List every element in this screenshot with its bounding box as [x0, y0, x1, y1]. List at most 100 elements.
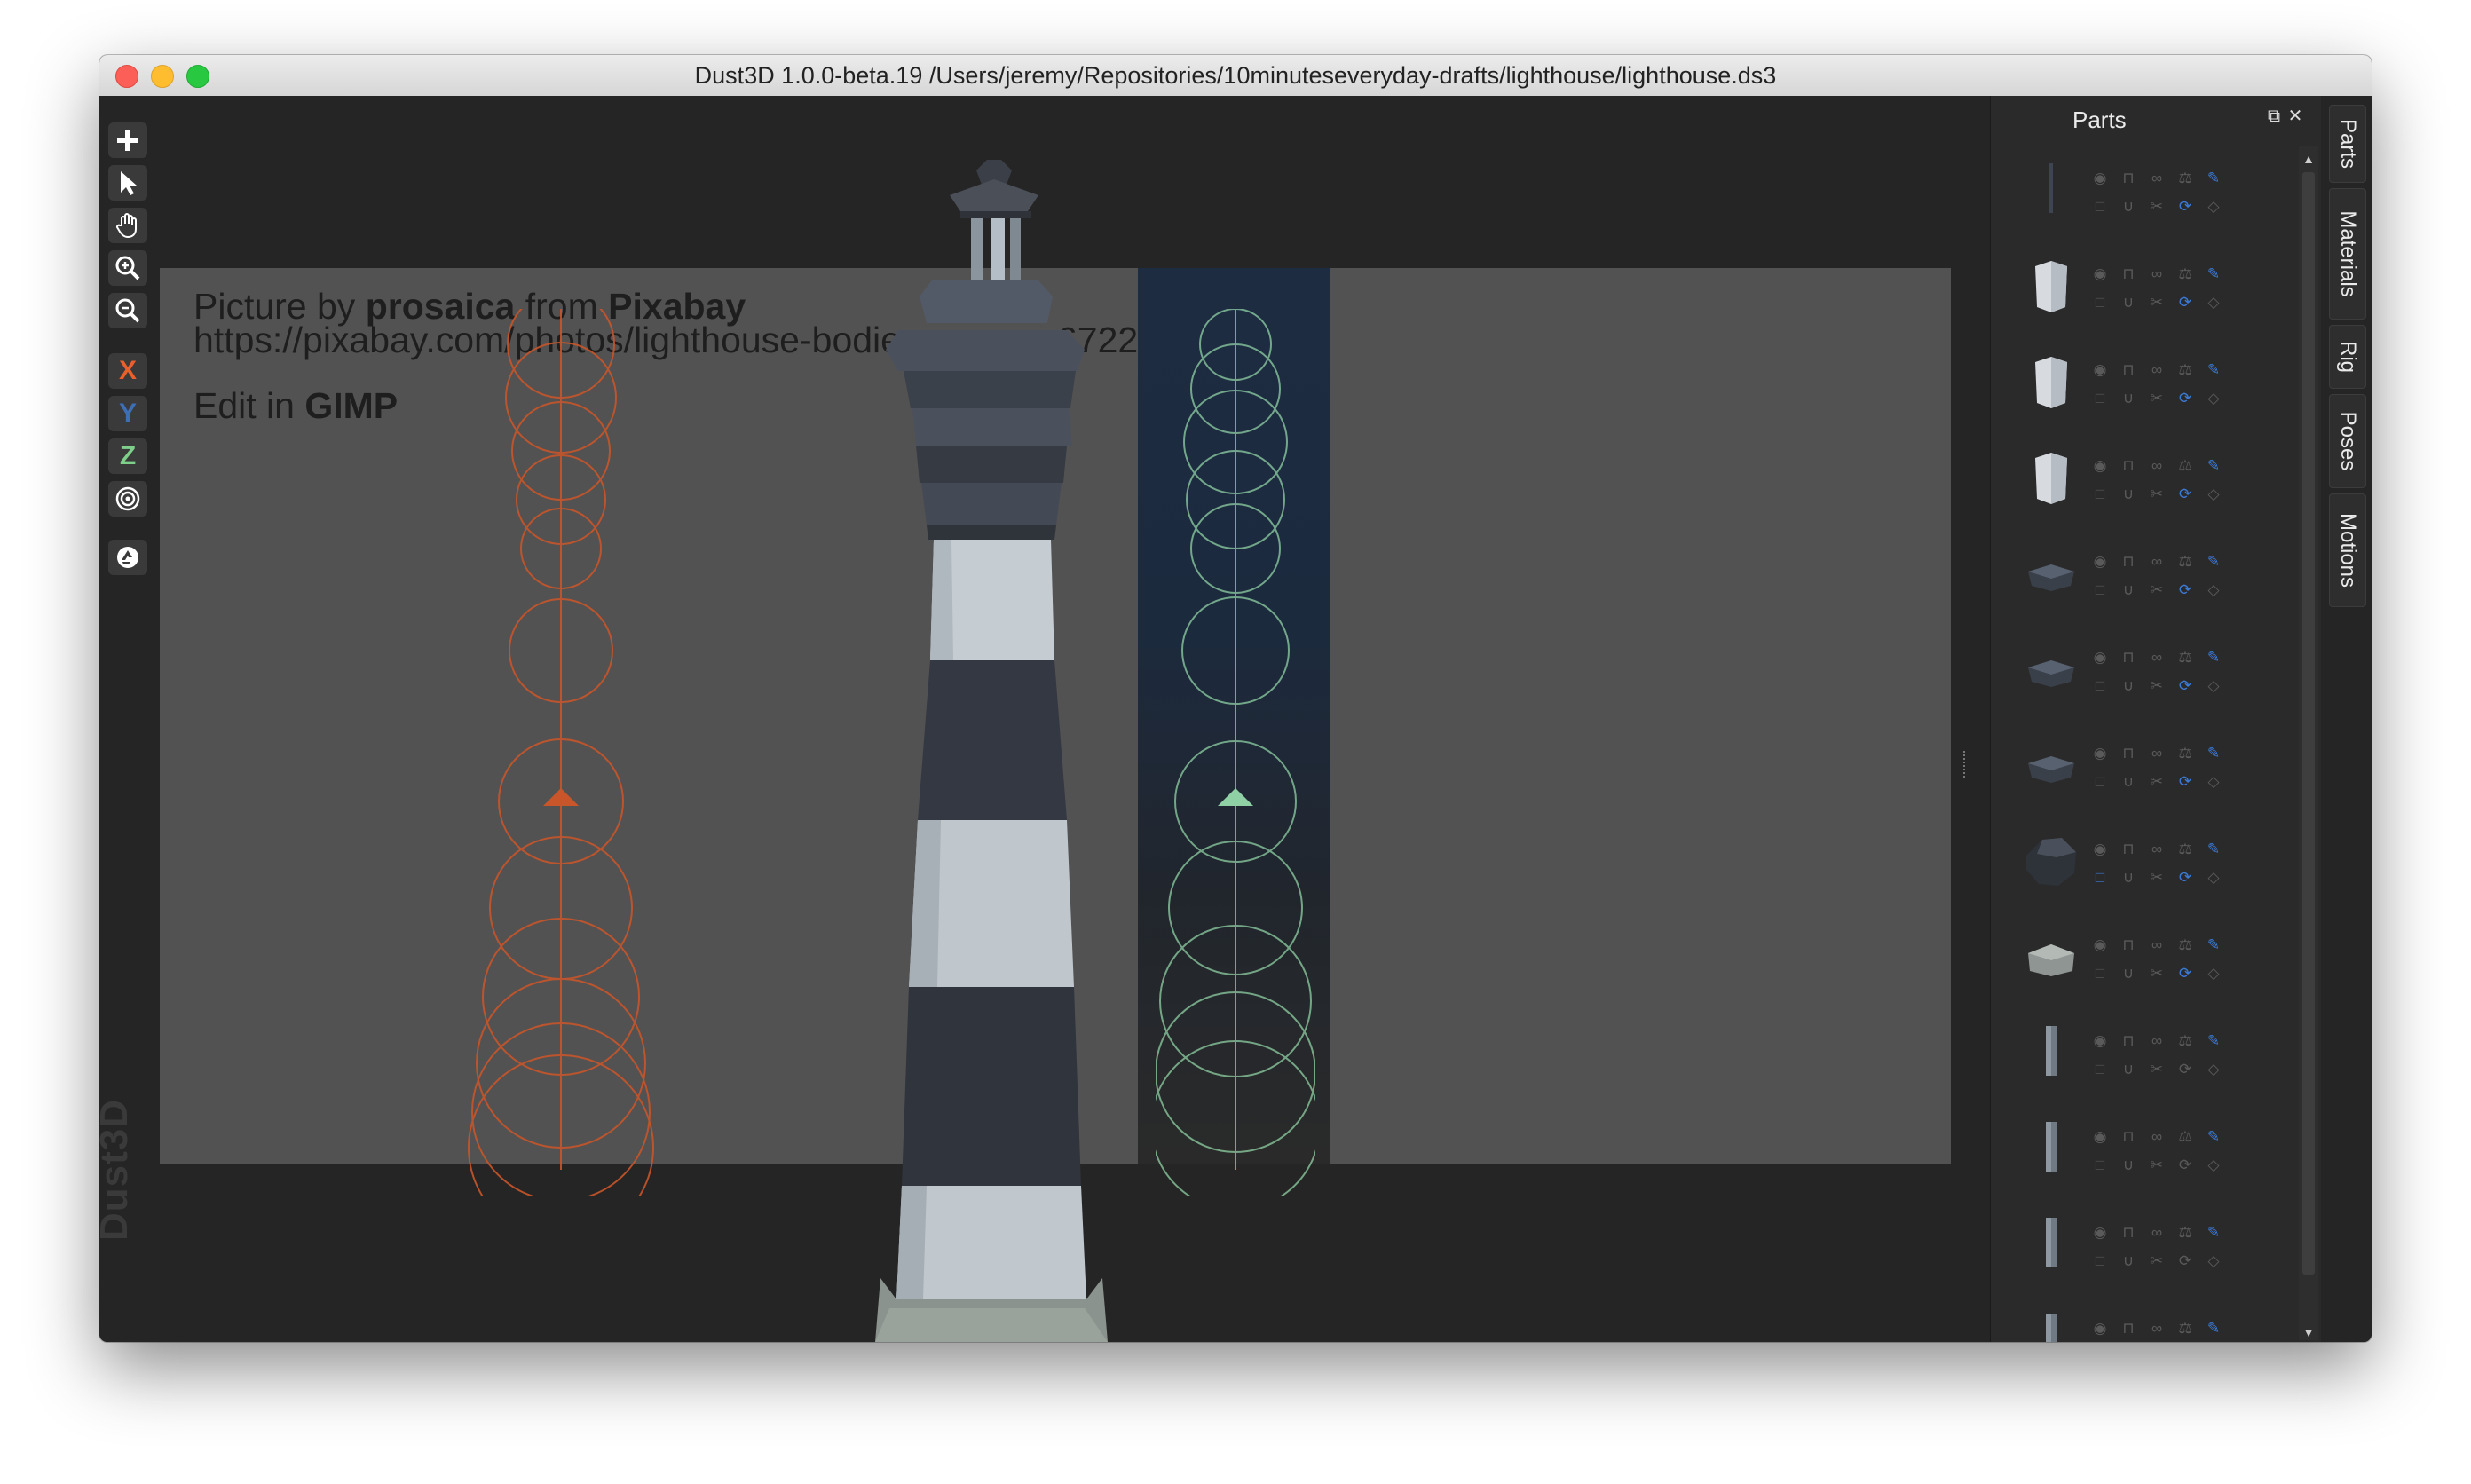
- visibility-eye-icon[interactable]: ◉: [2092, 1225, 2108, 1241]
- part-row[interactable]: ◉⊓∞⚖✎□∪✂⟳◇: [1991, 1017, 2293, 1113]
- magnet-icon[interactable]: ∪: [2120, 582, 2136, 598]
- magnet-icon[interactable]: ∪: [2120, 486, 2136, 502]
- link-icon[interactable]: ∞: [2149, 458, 2165, 474]
- color-pick-icon[interactable]: ✎: [2206, 841, 2222, 857]
- lock-icon[interactable]: ⊓: [2120, 458, 2136, 474]
- color-pick-icon[interactable]: ✎: [2206, 1321, 2222, 1337]
- select-checkbox-icon[interactable]: □: [2092, 486, 2108, 502]
- balance-icon[interactable]: ⚖: [2177, 937, 2193, 953]
- tab-parts[interactable]: Parts: [2329, 105, 2366, 183]
- part-preview-thumbnail[interactable]: [2016, 634, 2087, 705]
- link-icon[interactable]: ∞: [2149, 1225, 2165, 1241]
- balance-icon[interactable]: ⚖: [2177, 458, 2193, 474]
- visibility-eye-icon[interactable]: ◉: [2092, 554, 2108, 570]
- lighthouse-3d-model[interactable]: [845, 153, 1236, 1342]
- part-row[interactable]: ◉⊓∞⚖✎□∪✂⟳◇: [1991, 634, 2293, 730]
- balance-icon[interactable]: ⚖: [2177, 1225, 2193, 1241]
- scissors-icon[interactable]: ✂: [2149, 1157, 2165, 1173]
- link-icon[interactable]: ∞: [2149, 1321, 2165, 1337]
- part-preview-thumbnail[interactable]: [2016, 730, 2087, 801]
- rotate-icon[interactable]: ⟳: [2177, 295, 2193, 311]
- side-view-skeleton[interactable]: [454, 309, 667, 1196]
- lock-icon[interactable]: ⊓: [2120, 1321, 2136, 1337]
- magnet-icon[interactable]: ∪: [2120, 199, 2136, 215]
- rotate-icon[interactable]: ⟳: [2177, 486, 2193, 502]
- link-icon[interactable]: ∞: [2149, 841, 2165, 857]
- tag-icon[interactable]: ◇: [2206, 1062, 2222, 1077]
- z-axis-lock-button[interactable]: Z: [108, 438, 147, 474]
- title-bar[interactable]: Dust3D 1.0.0-beta.19 /Users/jeremy/Repos…: [99, 55, 2372, 97]
- part-preview-thumbnail[interactable]: [2016, 1209, 2087, 1280]
- color-pick-icon[interactable]: ✎: [2206, 1129, 2222, 1145]
- y-axis-lock-button[interactable]: Y: [108, 396, 147, 431]
- select-checkbox-icon[interactable]: □: [2092, 1157, 2108, 1173]
- select-checkbox-icon[interactable]: □: [2092, 774, 2108, 790]
- rotate-icon[interactable]: ⟳: [2177, 1062, 2193, 1077]
- part-preview-thumbnail[interactable]: [2016, 1305, 2087, 1342]
- tag-icon[interactable]: ◇: [2206, 966, 2222, 982]
- visibility-eye-icon[interactable]: ◉: [2092, 937, 2108, 953]
- lock-icon[interactable]: ⊓: [2120, 170, 2136, 186]
- balance-icon[interactable]: ⚖: [2177, 170, 2193, 186]
- link-icon[interactable]: ∞: [2149, 362, 2165, 378]
- link-icon[interactable]: ∞: [2149, 170, 2165, 186]
- scissors-icon[interactable]: ✂: [2149, 678, 2165, 694]
- lock-icon[interactable]: ⊓: [2120, 554, 2136, 570]
- zoom-in-tool[interactable]: [108, 250, 147, 286]
- add-node-tool[interactable]: [108, 122, 147, 158]
- select-checkbox-icon[interactable]: □: [2092, 391, 2108, 407]
- color-pick-icon[interactable]: ✎: [2206, 1225, 2222, 1241]
- link-icon[interactable]: ∞: [2149, 1033, 2165, 1049]
- part-row[interactable]: ◉⊓∞⚖✎□∪✂⟳◇: [1991, 346, 2293, 442]
- scissors-icon[interactable]: ✂: [2149, 966, 2165, 982]
- balance-icon[interactable]: ⚖: [2177, 746, 2193, 762]
- parts-scrollbar[interactable]: ▲ ▼: [2299, 146, 2318, 1340]
- visibility-eye-icon[interactable]: ◉: [2092, 458, 2108, 474]
- part-row[interactable]: ◉⊓∞⚖✎□∪✂⟳◇: [1991, 1113, 2293, 1209]
- link-icon[interactable]: ∞: [2149, 1129, 2165, 1145]
- part-row[interactable]: ◉⊓∞⚖✎□∪✂⟳◇: [1991, 825, 2293, 921]
- tag-icon[interactable]: ◇: [2206, 295, 2222, 311]
- radius-lock-button[interactable]: [108, 481, 147, 517]
- rotate-icon[interactable]: ⟳: [2177, 391, 2193, 407]
- rotate-icon[interactable]: ⟳: [2177, 582, 2193, 598]
- lock-icon[interactable]: ⊓: [2120, 650, 2136, 666]
- part-preview-thumbnail[interactable]: [2016, 1017, 2087, 1088]
- rotate-icon[interactable]: ⟳: [2177, 1253, 2193, 1269]
- select-checkbox-icon[interactable]: □: [2092, 582, 2108, 598]
- link-icon[interactable]: ∞: [2149, 554, 2165, 570]
- balance-icon[interactable]: ⚖: [2177, 650, 2193, 666]
- magnet-icon[interactable]: ∪: [2120, 966, 2136, 982]
- magnet-icon[interactable]: ∪: [2120, 391, 2136, 407]
- balance-icon[interactable]: ⚖: [2177, 1321, 2193, 1337]
- select-checkbox-icon[interactable]: □: [2092, 199, 2108, 215]
- color-pick-icon[interactable]: ✎: [2206, 650, 2222, 666]
- balance-icon[interactable]: ⚖: [2177, 1129, 2193, 1145]
- select-checkbox-icon[interactable]: □: [2092, 966, 2108, 982]
- part-row[interactable]: ◉⊓∞⚖✎□∪✂⟳◇: [1991, 1305, 2293, 1342]
- part-row[interactable]: ◉⊓∞⚖✎□∪✂⟳◇: [1991, 442, 2293, 538]
- part-preview-thumbnail[interactable]: [2016, 154, 2087, 225]
- balance-icon[interactable]: ⚖: [2177, 1033, 2193, 1049]
- tag-icon[interactable]: ◇: [2206, 582, 2222, 598]
- rotate-icon[interactable]: ⟳: [2177, 966, 2193, 982]
- close-icon[interactable]: ✕: [2285, 107, 2305, 126]
- tag-icon[interactable]: ◇: [2206, 391, 2222, 407]
- part-preview-thumbnail[interactable]: [2016, 921, 2087, 992]
- magnet-icon[interactable]: ∪: [2120, 774, 2136, 790]
- scissors-icon[interactable]: ✂: [2149, 199, 2165, 215]
- lock-icon[interactable]: ⊓: [2120, 1033, 2136, 1049]
- link-icon[interactable]: ∞: [2149, 266, 2165, 282]
- color-pick-icon[interactable]: ✎: [2206, 937, 2222, 953]
- select-checkbox-icon[interactable]: □: [2092, 678, 2108, 694]
- regenerate-button[interactable]: [108, 540, 147, 575]
- scissors-icon[interactable]: ✂: [2149, 1062, 2165, 1077]
- part-row[interactable]: ◉⊓∞⚖✎□∪✂⟳◇: [1991, 154, 2293, 250]
- color-pick-icon[interactable]: ✎: [2206, 458, 2222, 474]
- part-preview-thumbnail[interactable]: [2016, 538, 2087, 609]
- rotate-icon[interactable]: ⟳: [2177, 870, 2193, 886]
- part-preview-thumbnail[interactable]: [2016, 825, 2087, 896]
- tag-icon[interactable]: ◇: [2206, 678, 2222, 694]
- pan-tool[interactable]: [108, 208, 147, 243]
- scissors-icon[interactable]: ✂: [2149, 391, 2165, 407]
